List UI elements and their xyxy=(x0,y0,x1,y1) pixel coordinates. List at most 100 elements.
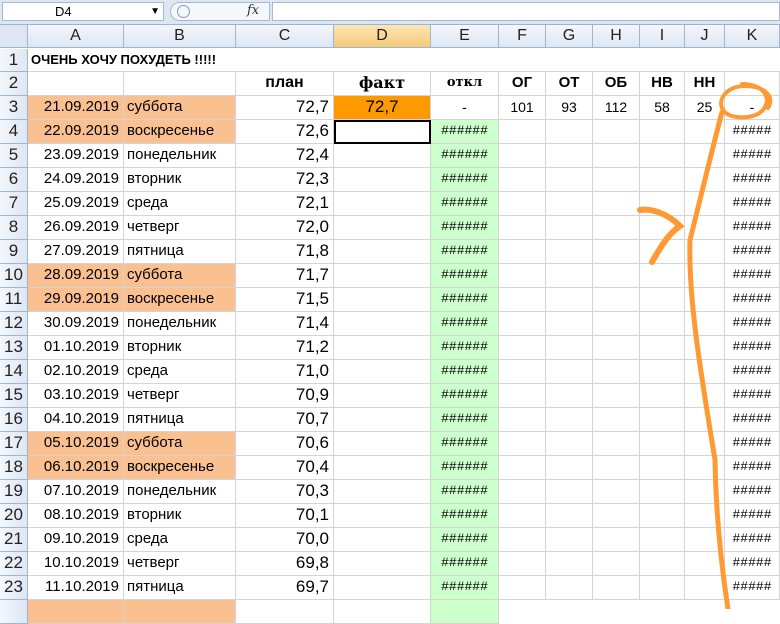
row-header[interactable]: 17 xyxy=(0,432,28,456)
weekday-cell[interactable]: воскресенье xyxy=(124,288,236,312)
formula-input[interactable] xyxy=(272,2,780,21)
empty-cell[interactable] xyxy=(685,168,725,192)
row-header[interactable]: 3 xyxy=(0,96,28,120)
empty-cell[interactable] xyxy=(685,192,725,216)
weekday-cell[interactable]: пятница xyxy=(124,240,236,264)
empty-cell[interactable] xyxy=(593,480,640,504)
empty-cell[interactable] xyxy=(499,408,546,432)
empty-cell[interactable] xyxy=(499,432,546,456)
row-header[interactable]: 20 xyxy=(0,504,28,528)
weekday-cell[interactable]: вторник xyxy=(124,336,236,360)
empty-cell[interactable] xyxy=(593,312,640,336)
empty-cell[interactable] xyxy=(546,528,593,552)
otkl-cell[interactable]: ###### xyxy=(431,288,499,312)
otkl-cell[interactable]: ###### xyxy=(431,360,499,384)
row-header[interactable]: 7 xyxy=(0,192,28,216)
empty-cell[interactable] xyxy=(499,504,546,528)
empty-cell[interactable] xyxy=(685,120,725,144)
date-cell[interactable]: 26.09.2019 xyxy=(28,216,124,240)
empty-cell[interactable] xyxy=(685,240,725,264)
empty-cell[interactable] xyxy=(685,456,725,480)
empty-cell[interactable] xyxy=(499,312,546,336)
row-header[interactable]: 15 xyxy=(0,384,28,408)
weekday-cell[interactable]: вторник xyxy=(124,504,236,528)
otkl-cell[interactable]: ###### xyxy=(431,168,499,192)
empty-cell[interactable] xyxy=(685,432,725,456)
row-header[interactable]: 14 xyxy=(0,360,28,384)
column-header-e[interactable]: E xyxy=(431,25,499,48)
empty-cell[interactable] xyxy=(546,168,593,192)
name-box[interactable]: D4 ▼ xyxy=(2,2,164,21)
date-cell[interactable]: 04.10.2019 xyxy=(28,408,124,432)
k-cell[interactable]: ##### xyxy=(725,528,780,552)
empty-cell[interactable] xyxy=(640,288,685,312)
otkl-cell[interactable]: ###### xyxy=(431,216,499,240)
weekday-cell[interactable]: среда xyxy=(124,192,236,216)
empty-cell[interactable] xyxy=(546,288,593,312)
empty-cell[interactable] xyxy=(593,528,640,552)
empty-cell[interactable] xyxy=(593,288,640,312)
fact-cell[interactable]: 72,7 xyxy=(334,96,431,120)
fact-cell[interactable] xyxy=(334,576,431,600)
measure-nn-cell[interactable]: 25 xyxy=(685,96,725,120)
otkl-cell[interactable]: ###### xyxy=(431,384,499,408)
empty-cell[interactable] xyxy=(593,264,640,288)
k-cell[interactable]: ##### xyxy=(725,552,780,576)
header-nn[interactable]: НН xyxy=(685,72,725,96)
column-header-d[interactable]: D xyxy=(334,25,431,48)
empty-cell[interactable] xyxy=(593,240,640,264)
empty-cell[interactable] xyxy=(546,192,593,216)
empty-cell[interactable] xyxy=(499,216,546,240)
empty-cell[interactable] xyxy=(546,360,593,384)
plan-cell[interactable]: 70,3 xyxy=(236,480,334,504)
empty-cell[interactable] xyxy=(685,216,725,240)
date-cell[interactable]: 10.10.2019 xyxy=(28,552,124,576)
date-cell[interactable]: 24.09.2019 xyxy=(28,168,124,192)
plan-cell[interactable]: 72,0 xyxy=(236,216,334,240)
empty-cell[interactable] xyxy=(499,192,546,216)
empty-cell[interactable] xyxy=(499,144,546,168)
plan-cell[interactable]: 71,8 xyxy=(236,240,334,264)
weekday-cell[interactable]: суббота xyxy=(124,264,236,288)
k-cell[interactable]: ##### xyxy=(725,144,780,168)
fact-cell[interactable] xyxy=(334,456,431,480)
empty-cell[interactable] xyxy=(593,216,640,240)
empty-cell[interactable] xyxy=(499,240,546,264)
plan-cell[interactable]: 70,7 xyxy=(236,408,334,432)
empty-cell[interactable] xyxy=(546,432,593,456)
empty-cell[interactable] xyxy=(685,288,725,312)
otkl-cell[interactable]: - xyxy=(431,96,499,120)
empty-cell[interactable] xyxy=(546,480,593,504)
row-header[interactable]: 4 xyxy=(0,120,28,144)
plan-cell[interactable]: 72,6 xyxy=(236,120,334,144)
k-cell[interactable]: ##### xyxy=(725,216,780,240)
k-cell[interactable]: ##### xyxy=(725,264,780,288)
empty-cell[interactable] xyxy=(640,264,685,288)
k-cell[interactable]: ##### xyxy=(725,504,780,528)
k-cell[interactable]: - xyxy=(725,96,780,120)
empty-cell[interactable] xyxy=(499,336,546,360)
empty-cell[interactable] xyxy=(593,192,640,216)
measure-og-cell[interactable]: 101 xyxy=(499,96,546,120)
select-all-corner[interactable] xyxy=(0,25,28,48)
otkl-cell[interactable]: ###### xyxy=(431,240,499,264)
column-header-g[interactable]: G xyxy=(546,25,593,48)
insert-function-icon[interactable]: fx xyxy=(247,3,259,18)
otkl-cell[interactable]: ###### xyxy=(431,504,499,528)
weekday-cell[interactable]: четверг xyxy=(124,216,236,240)
plan-cell[interactable]: 72,1 xyxy=(236,192,334,216)
row-header[interactable]: 6 xyxy=(0,168,28,192)
cell-k2[interactable] xyxy=(725,72,780,96)
date-cell[interactable]: 11.10.2019 xyxy=(28,576,124,600)
fact-cell[interactable] xyxy=(334,432,431,456)
empty-cell[interactable] xyxy=(640,360,685,384)
otkl-cell[interactable]: ###### xyxy=(431,336,499,360)
row-header[interactable]: 19 xyxy=(0,480,28,504)
column-header-f[interactable]: F xyxy=(499,25,546,48)
cell-a2[interactable] xyxy=(28,72,124,96)
plan-cell[interactable]: 70,9 xyxy=(236,384,334,408)
plan-cell[interactable]: 72,7 xyxy=(236,96,334,120)
column-header-c[interactable]: C xyxy=(236,25,334,48)
otkl-cell[interactable]: ###### xyxy=(431,312,499,336)
empty-cell[interactable] xyxy=(640,432,685,456)
